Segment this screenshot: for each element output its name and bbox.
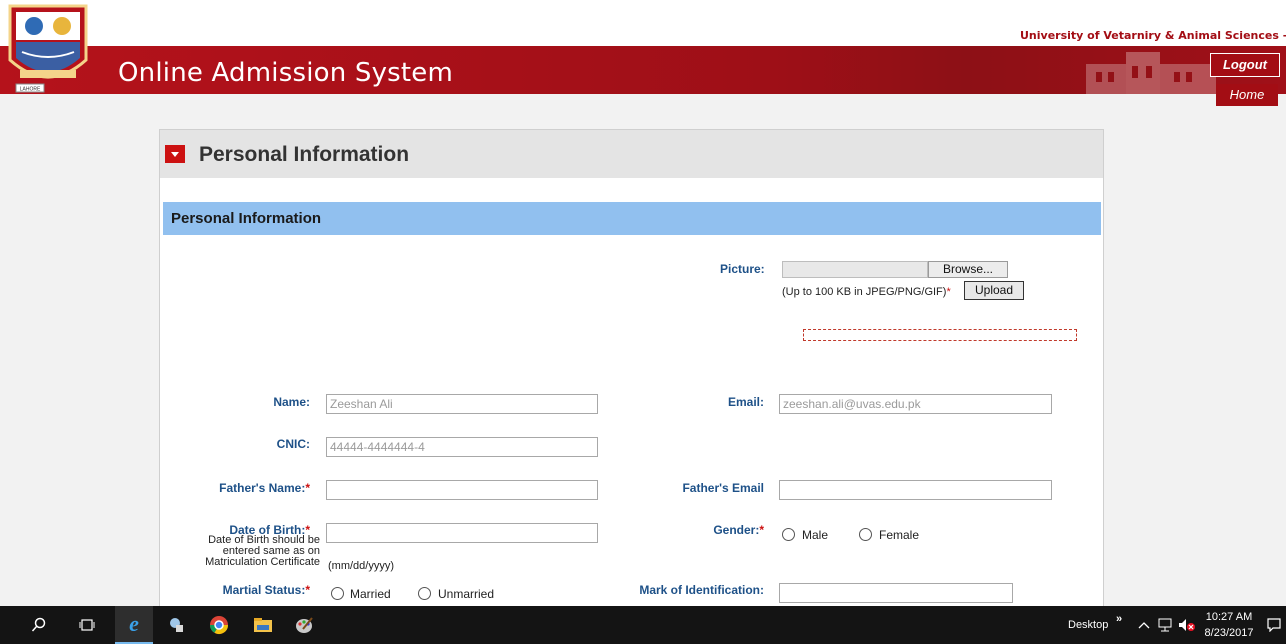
- father-email-input[interactable]: [779, 480, 1052, 500]
- panel-title: Personal Information: [199, 143, 410, 166]
- panel-header: Personal Information: [160, 130, 1103, 178]
- picture-hint: (Up to 100 KB in JPEG/PNG/GIF)*: [782, 286, 951, 298]
- marital-married-radio[interactable]: [331, 587, 344, 600]
- picture-preview: [803, 329, 1077, 341]
- section-title: Personal Information: [171, 210, 322, 227]
- cnic-input[interactable]: [326, 437, 598, 457]
- dob-format-hint: (mm/dd/yyyy): [328, 560, 394, 572]
- marital-unmarried-label: Unmarried: [438, 587, 495, 601]
- gender-label: Gender:*: [713, 523, 764, 537]
- chrome-icon[interactable]: [200, 606, 238, 644]
- identification-input[interactable]: [779, 583, 1013, 603]
- action-center-icon[interactable]: [1262, 606, 1286, 644]
- browse-button[interactable]: Browse...: [928, 261, 1008, 278]
- paint-palette-icon[interactable]: [285, 606, 323, 644]
- cnic-label: CNIC:: [276, 437, 310, 451]
- home-button[interactable]: Home: [1216, 84, 1278, 106]
- picture-file-field[interactable]: [782, 261, 928, 278]
- network-icon[interactable]: [1154, 606, 1176, 644]
- marital-married-label: Married: [350, 587, 391, 601]
- file-explorer-icon[interactable]: [244, 606, 282, 644]
- taskbar: e Desktop » 10:27 AM 8/23/2017: [0, 606, 1286, 644]
- name-label: Name:: [273, 395, 310, 409]
- gender-female-radio[interactable]: [859, 528, 872, 541]
- section-header: Personal Information: [163, 202, 1101, 235]
- app-title: Online Admission System: [118, 58, 454, 88]
- collapse-arrow-icon[interactable]: [165, 145, 185, 163]
- desktop-toolbar-label[interactable]: Desktop: [1068, 619, 1108, 631]
- dob-note: Date of Birth should be entered same as …: [205, 534, 320, 568]
- university-logo: LAHORE: [8, 4, 88, 93]
- personal-info-panel: Personal Information Personal Informatio…: [159, 129, 1104, 619]
- gender-female-label: Female: [879, 528, 920, 542]
- father-email-label: Father's Email: [682, 481, 764, 495]
- gender-male-label: Male: [802, 528, 829, 542]
- upload-button[interactable]: Upload: [964, 281, 1024, 300]
- father-name-label: Father's Name:*: [219, 481, 310, 495]
- university-name: University of Vetarniry & Animal Science…: [1020, 29, 1286, 42]
- father-name-input[interactable]: [326, 480, 598, 500]
- email-input[interactable]: [779, 394, 1052, 414]
- building-silhouette-icon: [1086, 52, 1216, 94]
- name-input[interactable]: [326, 394, 598, 414]
- identification-label: Mark of Identification:: [639, 583, 764, 597]
- show-hidden-icons-icon[interactable]: [1134, 606, 1154, 644]
- task-view-icon[interactable]: [68, 606, 106, 644]
- internet-explorer-icon[interactable]: e: [115, 606, 153, 644]
- clock-date[interactable]: 8/23/2017: [1199, 627, 1259, 639]
- gender-male-radio[interactable]: [782, 528, 795, 541]
- svg-text:e: e: [129, 613, 139, 635]
- clock-time[interactable]: 10:27 AM: [1203, 611, 1255, 623]
- search-icon[interactable]: [20, 606, 58, 644]
- logout-button[interactable]: Logout: [1210, 53, 1280, 77]
- dob-input[interactable]: [326, 523, 598, 543]
- toolbar-expand-icon[interactable]: »: [1116, 613, 1122, 625]
- paint-app-icon[interactable]: [158, 606, 196, 644]
- marital-unmarried-radio[interactable]: [418, 587, 431, 600]
- logo-caption: LAHORE: [20, 87, 41, 93]
- picture-label: Picture:: [720, 262, 765, 276]
- marital-status-label: Martial Status:*: [222, 583, 310, 597]
- volume-muted-icon[interactable]: [1176, 606, 1198, 644]
- email-label: Email:: [727, 395, 764, 409]
